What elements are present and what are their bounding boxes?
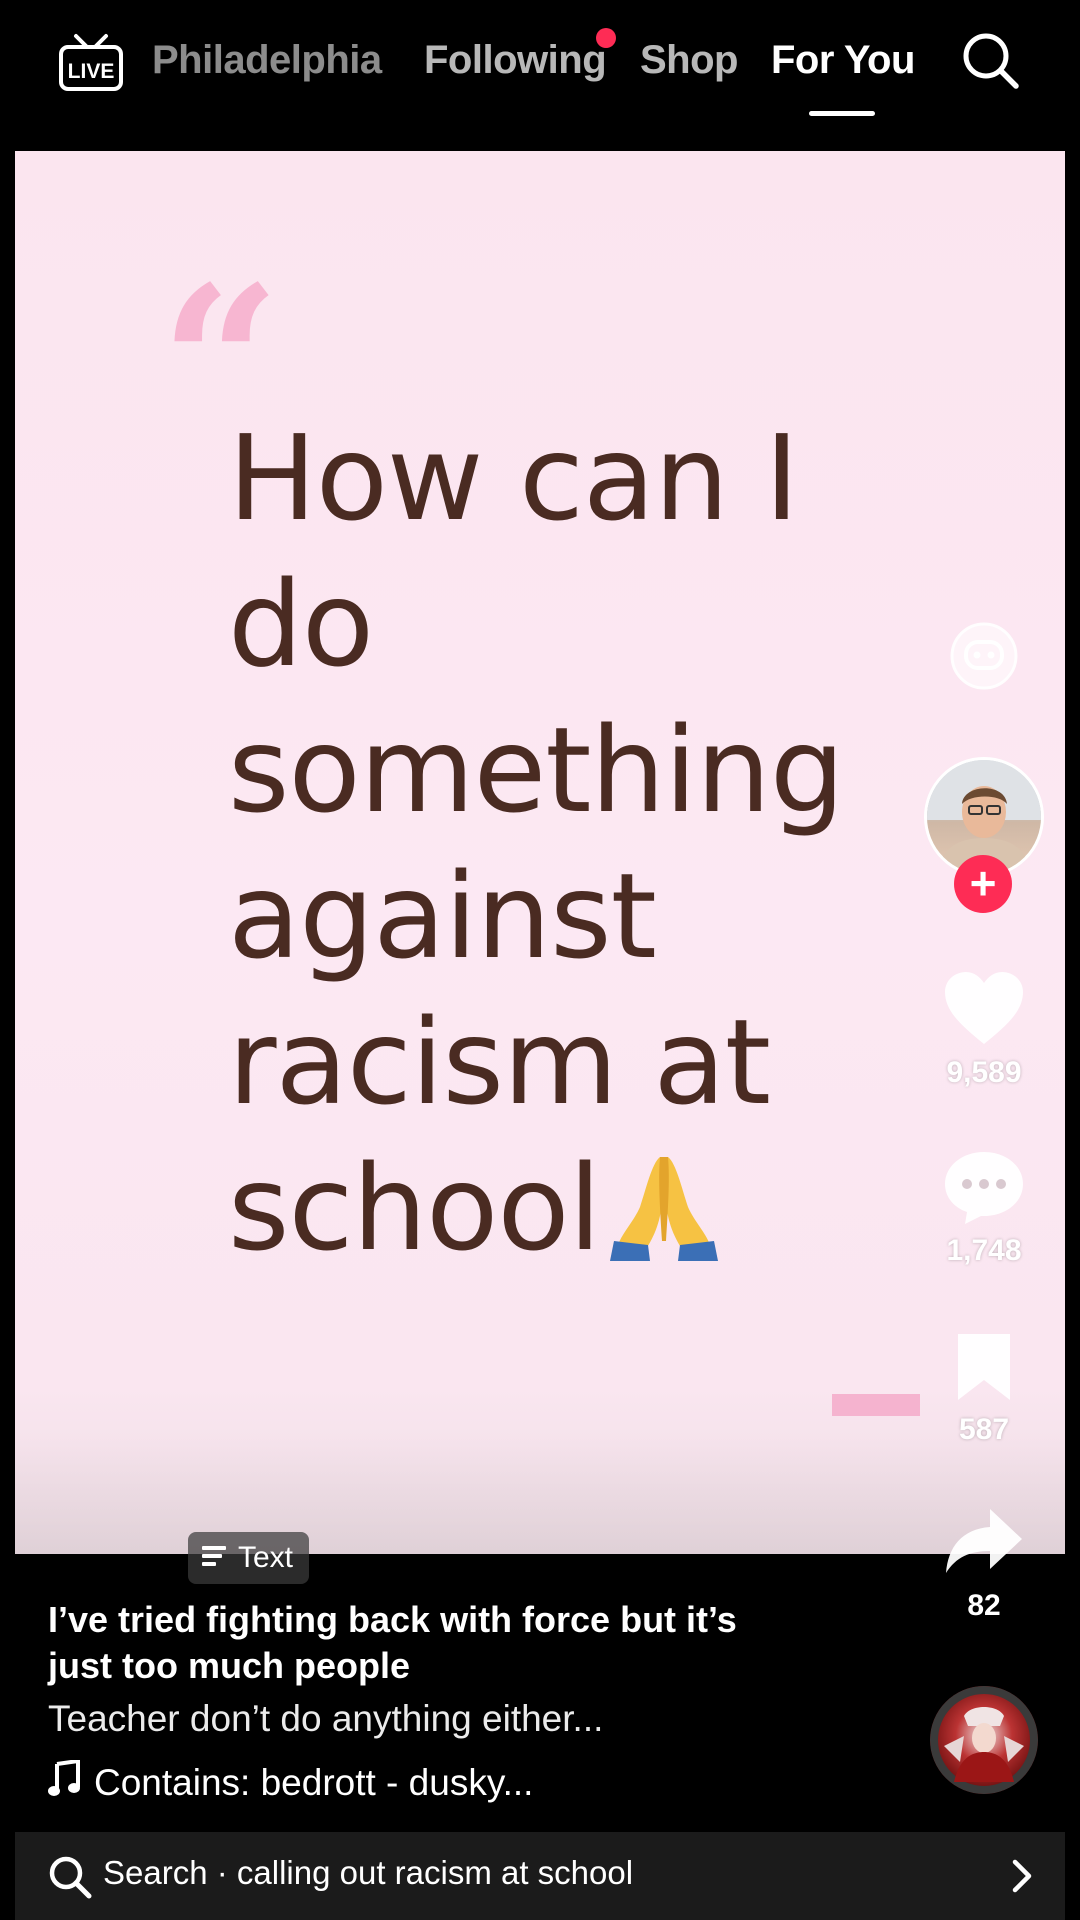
text-lines-icon xyxy=(202,1541,228,1575)
tab-for-you[interactable]: For You xyxy=(771,38,915,83)
video-player[interactable]: “ How can I do something against racism … xyxy=(15,151,1065,1554)
top-navigation: LIVE Philadelphia Following Shop For You xyxy=(0,0,1080,150)
bookmark-icon[interactable] xyxy=(952,1330,1016,1404)
save-count: 587 xyxy=(958,1413,1010,1446)
music-info[interactable]: Contains: bedrott - dusky... xyxy=(48,1758,534,1805)
heart-icon[interactable] xyxy=(941,968,1027,1048)
related-search-text: Search · calling out racism at school xyxy=(103,1854,634,1891)
headline-text: How can I do something against racism at… xyxy=(228,409,845,1277)
live-label: LIVE xyxy=(68,60,115,83)
music-note-icon xyxy=(48,1758,80,1805)
live-tv-icon[interactable]: LIVE xyxy=(56,26,126,96)
caption-description[interactable]: Teacher don’t do anything either... xyxy=(48,1698,603,1740)
comment-count: 1,748 xyxy=(946,1234,1022,1267)
share-count: 82 xyxy=(967,1589,1001,1622)
music-disc-avatar[interactable] xyxy=(930,1686,1038,1794)
search-icon[interactable] xyxy=(958,28,1024,94)
folded-hands-emoji xyxy=(600,1147,728,1261)
comment-icon[interactable] xyxy=(941,1148,1027,1228)
music-label: Contains: bedrott - dusky... xyxy=(94,1761,534,1803)
follow-plus-button[interactable]: + xyxy=(954,855,1012,913)
video-headline: How can I do something against racism at… xyxy=(228,405,968,1281)
caption-title[interactable]: I’ve tried fighting back with force but … xyxy=(48,1597,808,1689)
notification-dot xyxy=(596,28,616,48)
tab-philadelphia[interactable]: Philadelphia xyxy=(152,38,382,83)
text-post-badge[interactable]: Text xyxy=(188,1532,310,1584)
share-arrow-icon[interactable] xyxy=(944,1505,1024,1579)
active-tab-indicator xyxy=(809,111,875,116)
chevron-right-icon xyxy=(1007,1856,1037,1896)
text-badge-label: Text xyxy=(238,1541,294,1574)
like-count: 9,589 xyxy=(946,1056,1022,1089)
video-bottom-fade xyxy=(15,1434,1065,1554)
decorative-dash xyxy=(832,1394,920,1416)
related-search-bar[interactable]: Search · calling out racism at school xyxy=(15,1832,1065,1920)
tab-shop[interactable]: Shop xyxy=(640,38,738,83)
ai-chat-icon[interactable] xyxy=(948,620,1020,692)
tab-following[interactable]: Following xyxy=(424,38,607,83)
search-icon xyxy=(47,1854,93,1900)
